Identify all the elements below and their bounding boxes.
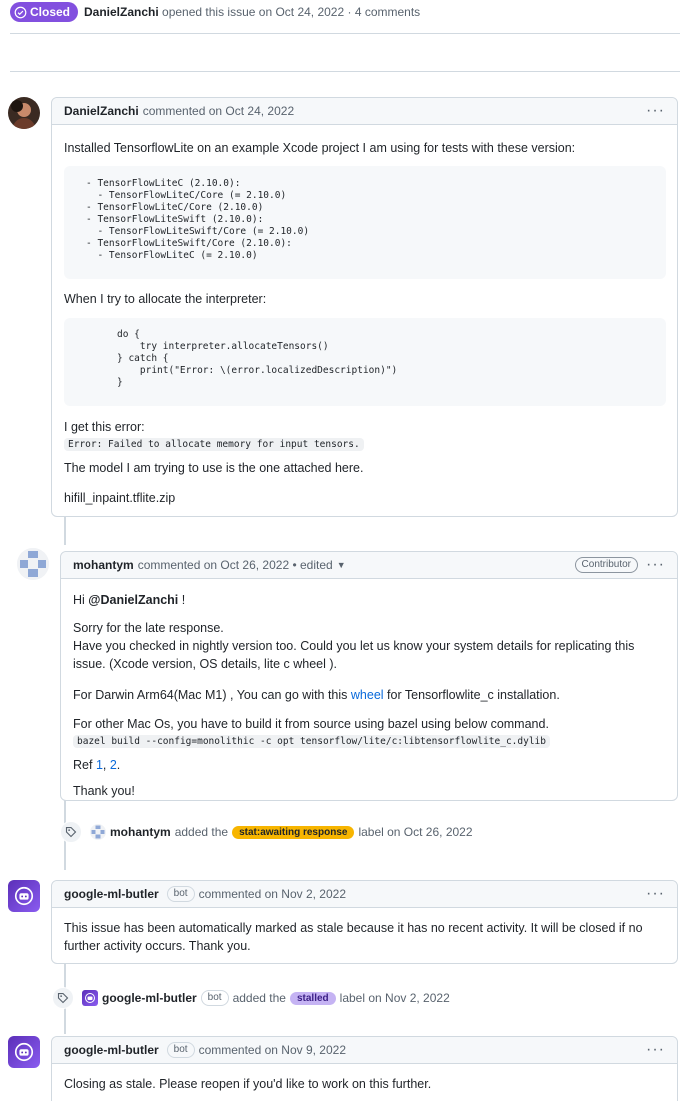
comment-box: DanielZanchi commented on Oct 24, 2022 ·…: [51, 97, 678, 517]
comment-action[interactable]: commented on Oct 24, 2022: [143, 104, 294, 118]
comment-action[interactable]: commented on Oct 26, 2022 • edited: [138, 558, 333, 572]
comment-action[interactable]: commented on Nov 9, 2022: [199, 1043, 346, 1057]
wheel-link[interactable]: wheel: [351, 688, 384, 702]
paragraph-line: Sorry for the late response.: [73, 621, 224, 635]
timeline-event: mohantym added the stat:awaiting respons…: [60, 821, 473, 843]
avatar[interactable]: [8, 97, 40, 129]
comment-box: mohantym commented on Oct 26, 2022 • edi…: [60, 551, 678, 801]
comment-paragraph: Installed TensorflowLite on an example X…: [64, 141, 576, 155]
ref-link-1[interactable]: 1: [96, 758, 103, 772]
attachment-link[interactable]: hifill_inpaint.tflite.zip: [64, 489, 175, 507]
event-text: label on Nov 2, 2022: [339, 991, 450, 1005]
comment-menu-button[interactable]: ···: [646, 557, 665, 573]
event-text: added the: [232, 991, 286, 1005]
comment-header: google-ml-butler bot commented on Nov 9,…: [52, 1037, 677, 1064]
comment-paragraph: I get this error:: [64, 420, 145, 434]
bazel-command-line: bazel build --config=monolithic -c opt t…: [73, 732, 550, 748]
header-divider-2: [10, 71, 680, 72]
header-divider: [10, 33, 680, 34]
ref-text: ,: [102, 758, 110, 772]
robot-icon: [14, 1042, 34, 1062]
comment-author[interactable]: mohantym: [73, 558, 134, 572]
comment-header: DanielZanchi commented on Oct 24, 2022 ·…: [52, 98, 677, 125]
greeting-text: Hi: [73, 593, 89, 607]
comment-menu-button[interactable]: ···: [646, 103, 665, 119]
timeline-event: google-ml-butler bot added the stalled l…: [52, 987, 450, 1009]
actor-avatar[interactable]: [90, 824, 106, 840]
identicon-icon: [17, 548, 49, 580]
avatar-photo-icon: [8, 97, 40, 129]
label-chip[interactable]: stalled: [289, 991, 336, 1005]
ref-link-2[interactable]: 2: [110, 758, 117, 772]
issue-status-badge: Closed: [10, 2, 79, 22]
comment-author[interactable]: DanielZanchi: [64, 104, 139, 118]
code-block: - TensorFlowLiteC (2.10.0): - TensorFlow…: [64, 166, 666, 279]
error-code-line: Error: Failed to allocate memory for inp…: [64, 435, 364, 451]
ref-line: Ref 1, 2.: [73, 756, 120, 774]
bot-badge: bot: [166, 886, 195, 902]
bot-badge: bot: [200, 990, 229, 1006]
chevron-down-icon[interactable]: ▼: [337, 560, 346, 570]
event-actor[interactable]: mohantym: [110, 825, 171, 839]
inline-code: Error: Failed to allocate memory for inp…: [64, 438, 364, 451]
event-actor[interactable]: google-ml-butler: [102, 991, 197, 1005]
tag-icon: [52, 987, 74, 1009]
label-chip[interactable]: stat:awaiting response: [232, 825, 355, 839]
comment-paragraph: When I try to allocate the interpreter:: [64, 292, 267, 306]
comment-paragraph: Thank you!: [73, 784, 135, 798]
comment-header: mohantym commented on Oct 26, 2022 • edi…: [61, 552, 677, 579]
avatar[interactable]: [17, 548, 49, 580]
comment-paragraph: The model I am trying to use is the one …: [64, 461, 364, 475]
bot-avatar[interactable]: [8, 1036, 40, 1068]
comment-menu-button[interactable]: ···: [646, 886, 665, 902]
paragraph-text: for Tensorflowlite_c installation.: [383, 688, 560, 702]
timeline-line: [64, 515, 66, 545]
bot-badge: bot: [166, 1042, 195, 1058]
actor-avatar[interactable]: [82, 990, 98, 1006]
comment-paragraph: For Darwin Arm64(Mac M1) , You can go wi…: [73, 686, 560, 704]
ref-text: Ref: [73, 758, 96, 772]
comment-paragraph: Closing as stale. Please reopen if you'd…: [64, 1077, 432, 1091]
greeting-text: !: [178, 593, 186, 607]
paragraph-text: For Darwin Arm64(Mac M1) , You can go wi…: [73, 688, 351, 702]
event-text: label on Oct 26, 2022: [358, 825, 473, 839]
issue-meta-text: opened this issue on Oct 24, 2022 · 4 co…: [162, 5, 421, 19]
event-text: added the: [174, 825, 229, 839]
closed-check-icon: [14, 6, 27, 18]
comment-author[interactable]: google-ml-butler: [64, 887, 159, 901]
comment-header: google-ml-butler bot commented on Nov 2,…: [52, 881, 677, 908]
paragraph-line: Have you checked in nightly version too.…: [73, 639, 635, 671]
comment-paragraph: Sorry for the late response. Have you ch…: [73, 619, 669, 673]
code-block: do { try interpreter.allocateTensors() }…: [64, 318, 666, 406]
comment-paragraph: This issue has been automatically marked…: [64, 921, 643, 953]
bot-avatar[interactable]: [8, 880, 40, 912]
comment-action[interactable]: commented on Nov 2, 2022: [199, 887, 346, 901]
comment-menu-button[interactable]: ···: [646, 1042, 665, 1058]
comment-paragraph: For other Mac Os, you have to build it f…: [73, 717, 549, 731]
status-label: Closed: [30, 5, 71, 19]
comment-author[interactable]: google-ml-butler: [64, 1043, 159, 1057]
comment-box: google-ml-butler bot commented on Nov 9,…: [51, 1036, 678, 1101]
tag-icon: [60, 821, 82, 843]
ref-text: .: [116, 758, 121, 772]
greeting-line: Hi @DanielZanchi !: [73, 591, 185, 609]
issue-header-meta: DanielZanchi opened this issue on Oct 24…: [84, 5, 420, 19]
robot-icon: [14, 886, 34, 906]
comment-box: google-ml-butler bot commented on Nov 2,…: [51, 880, 678, 964]
inline-code: bazel build --config=monolithic -c opt t…: [73, 735, 550, 748]
contributor-badge: Contributor: [574, 557, 639, 573]
user-mention[interactable]: @DanielZanchi: [88, 593, 178, 607]
issue-author-link[interactable]: DanielZanchi: [84, 5, 159, 19]
